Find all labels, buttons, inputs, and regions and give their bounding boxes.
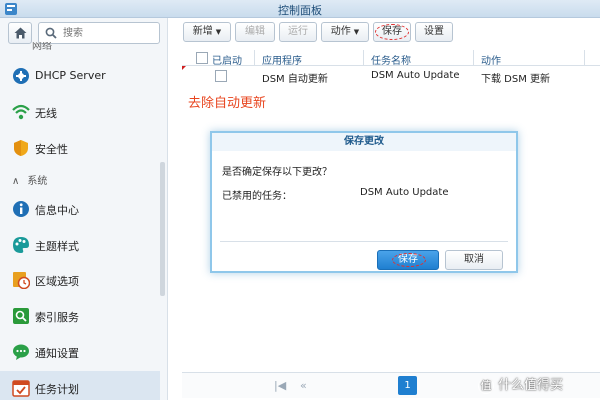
annotation-text: 去除自动更新 [188,96,267,111]
dhcp-icon [13,68,29,84]
sidebar-item-label: 区域选项 [35,275,79,288]
previous-page-icon[interactable]: « [300,379,307,392]
column-header-application[interactable]: 应用程序 [262,52,302,67]
disabled-tasks-label: 已禁用的任务： [222,191,292,202]
row-task-name: DSM Auto Update [371,70,460,81]
sidebar-item-label: 主题样式 [35,240,79,253]
sidebar-item-index-service[interactable]: 索引服务 [0,299,160,333]
caret-down-icon: ▼ [353,28,360,36]
calendar-icon [12,380,30,397]
watermark-logo-icon: 值 [478,377,494,394]
sidebar-item-label: 无线 [35,107,57,120]
sidebar-item-regional[interactable]: 区域选项 [0,263,160,297]
dialog-title: 保存更改 [212,133,516,151]
column-separator [254,50,255,66]
action-button[interactable]: 动作 ▼ [321,22,369,42]
sidebar-item-label: DHCP Server [35,69,106,82]
caret-down-icon: ▼ [215,28,222,36]
sidebar-item-label: 通知设置 [35,347,79,360]
first-page-icon[interactable]: |◀ [274,379,286,392]
select-all-checkbox[interactable] [196,52,208,64]
sidebar-item-info-center[interactable]: 信息中心 [0,192,160,226]
new-label: 新增 [192,26,213,37]
save-button[interactable]: 保存 [373,22,411,42]
dialog-divider [220,241,508,242]
section-header-system[interactable]: ∧ 系统 [12,172,47,187]
sidebar-scrollbar[interactable] [160,162,165,296]
dialog-question: 是否确定保存以下更改？ [222,167,332,178]
task-enabled-checkbox[interactable] [215,70,227,82]
sidebar-item-security[interactable]: 安全性 [0,131,160,165]
save-changes-dialog: 保存更改 是否确定保存以下更改？ 已禁用的任务： DSM Auto Update… [210,131,518,273]
sidebar-item-label: 索引服务 [35,311,79,324]
search-icon [45,27,57,39]
column-separator [584,50,585,66]
disabled-tasks-value: DSM Auto Update [360,187,449,198]
new-button[interactable]: 新增 ▼ [183,22,231,42]
shield-icon [14,140,28,156]
current-page-number[interactable]: 1 [398,376,417,395]
info-icon [13,201,29,217]
sidebar-item-label: 安全性 [35,143,68,156]
section-label: 系统 [27,176,48,187]
search-field[interactable] [38,22,160,44]
dialog-cancel-button[interactable]: 取消 [445,250,503,270]
sidebar-item-wireless[interactable]: 无线 [0,95,160,129]
edit-button[interactable]: 编辑 [235,22,275,42]
regional-clock-icon [13,272,30,289]
watermark-text: 什么值得买 [498,378,564,393]
home-icon [14,27,27,39]
search-input[interactable] [63,25,155,41]
column-header-action[interactable]: 动作 [481,52,501,67]
column-separator [473,50,474,66]
chevron-up-icon: ∧ [12,176,20,187]
run-button[interactable]: 运行 [279,22,317,42]
row-application: DSM 自动更新 [262,74,328,85]
sidebar-item-dhcp-server[interactable]: DHCP Server [0,59,160,93]
row-action: 下载 DSM 更新 [481,74,551,85]
home-button[interactable] [8,22,32,44]
sidebar-item-label: 任务计划 [35,383,79,396]
column-header-task-name[interactable]: 任务名称 [371,52,411,67]
action-label: 动作 [330,26,351,37]
sidebar-item-theme[interactable]: 主题样式 [0,228,160,262]
task-table-header: 已启动 应用程序 任务名称 动作 [182,50,600,67]
window-title: 控制面板 [278,4,322,17]
index-search-icon [13,308,29,324]
sidebar: 网络 DHCP Server 无线 安全性 ∧系统 信息中心 [0,18,168,400]
table-row[interactable]: DSM 自动更新 DSM Auto Update 下载 DSM 更新 [182,67,600,85]
sidebar-item-label: 信息中心 [35,204,79,217]
palette-icon [13,237,29,253]
sidebar-item-notifications[interactable]: 通知设置 [0,335,160,369]
settings-button[interactable]: 设置 [415,22,453,42]
watermark: 值什么值得买 [478,374,563,394]
window-titlebar: 控制面板 [0,0,600,18]
column-separator [363,50,364,66]
column-header-enabled[interactable]: 已启动 [212,52,242,67]
chat-bubble-icon [13,344,29,360]
sidebar-item-task-scheduler[interactable]: 任务计划 [0,371,160,400]
dialog-save-button[interactable]: 保存 [377,250,439,270]
wifi-icon [12,104,30,120]
